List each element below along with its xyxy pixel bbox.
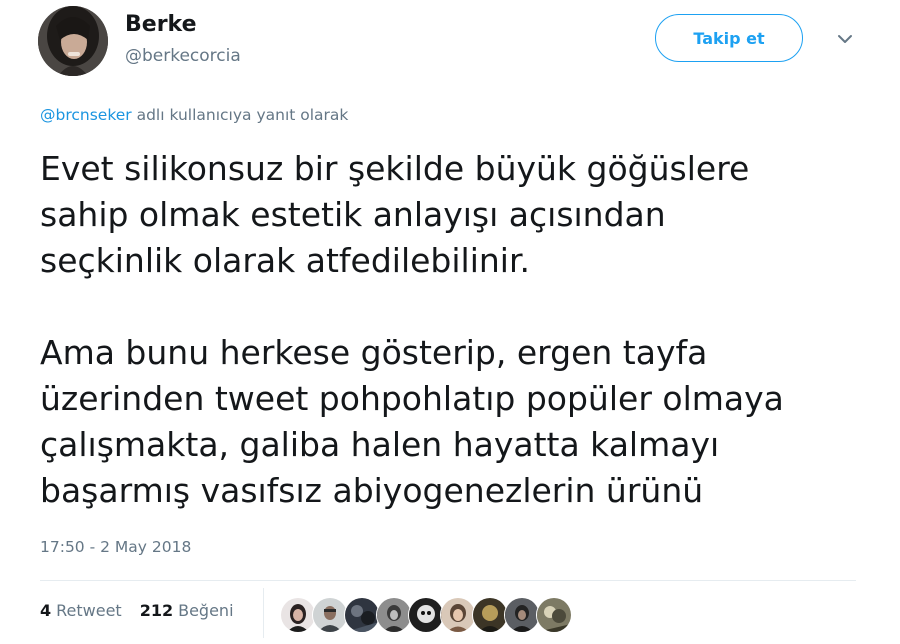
retweet-count: 4 bbox=[40, 601, 52, 620]
tweet-line: üzerinden tweet pohpohlatıp popüler olma… bbox=[40, 379, 784, 418]
avatar[interactable] bbox=[38, 6, 108, 76]
tweet-text: Evet silikonsuz bir şekilde büyük göğüsl… bbox=[40, 146, 870, 514]
tweet-timestamp[interactable]: 17:50 - 2 May 2018 bbox=[40, 538, 191, 556]
tweet-line: çalışmakta, galiba halen hayatta kalmayı bbox=[40, 425, 720, 464]
tweet-line: Ama bunu herkese gösterip, ergen tayfa bbox=[40, 333, 708, 372]
stats-divider bbox=[263, 588, 264, 638]
chevron-down-icon[interactable] bbox=[834, 30, 856, 48]
liker-avatar[interactable] bbox=[504, 597, 540, 633]
like-count: 212 bbox=[139, 601, 174, 620]
liker-avatars bbox=[280, 597, 572, 633]
liker-avatar[interactable] bbox=[472, 597, 508, 633]
retweet-stat[interactable]: 4 Retweet bbox=[40, 601, 122, 620]
retweet-label: Retweet bbox=[56, 601, 122, 620]
tweet-line: seçkinlik olarak atfedilebilinir. bbox=[40, 241, 530, 280]
tweet-stats: 4 Retweet 212 Beğeni bbox=[40, 601, 252, 620]
tweet-line: sahip olmak estetik anlayışı açısından bbox=[40, 195, 666, 234]
like-label: Beğeni bbox=[178, 601, 234, 620]
tweet-line: başarmış vasıfsız abiyogenezlerin ürünü bbox=[40, 471, 704, 510]
like-stat[interactable]: 212 Beğeni bbox=[140, 601, 234, 620]
liker-avatar[interactable] bbox=[280, 597, 316, 633]
reply-context: @brcnseker adlı kullanıcıya yanıt olarak bbox=[40, 106, 348, 124]
profile-photo-icon bbox=[38, 6, 108, 76]
tweet-card: Berke @berkecorcia Takip et @brcnseker a… bbox=[0, 0, 900, 644]
author-display-name[interactable]: Berke bbox=[125, 12, 197, 37]
liker-avatar[interactable] bbox=[312, 597, 348, 633]
liker-avatar[interactable] bbox=[536, 597, 572, 633]
liker-avatar[interactable] bbox=[376, 597, 412, 633]
reply-mention-link[interactable]: @brcnseker bbox=[40, 106, 132, 124]
author-handle[interactable]: @berkecorcia bbox=[125, 46, 241, 66]
follow-button[interactable]: Takip et bbox=[655, 14, 803, 62]
tweet-line: Evet silikonsuz bir şekilde büyük göğüsl… bbox=[40, 149, 750, 188]
reply-context-text: adlı kullanıcıya yanıt olarak bbox=[131, 106, 349, 124]
liker-avatar[interactable] bbox=[408, 597, 444, 633]
liker-avatar[interactable] bbox=[440, 597, 476, 633]
divider bbox=[40, 580, 856, 581]
liker-avatar[interactable] bbox=[344, 597, 380, 633]
